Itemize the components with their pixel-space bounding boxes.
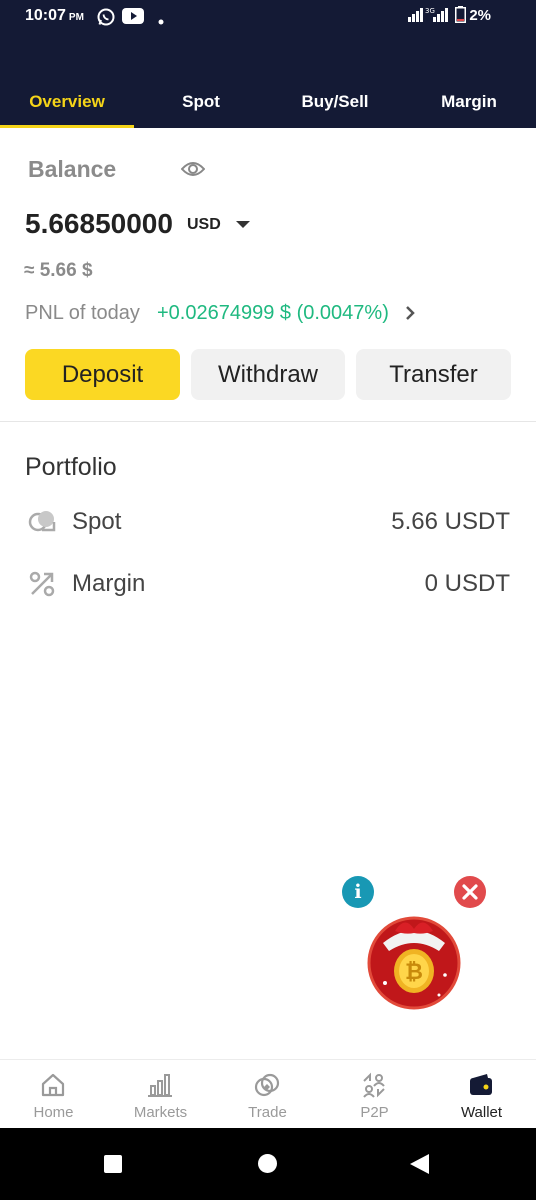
nav-label: Wallet xyxy=(460,1104,503,1121)
nav-p2p[interactable]: P2P xyxy=(321,1060,428,1129)
pnl-value[interactable]: +0.02674999 $ (0.0047%) xyxy=(157,302,389,325)
portfolio-title: Portfolio xyxy=(25,453,117,481)
nav-markets[interactable]: Markets xyxy=(107,1060,214,1129)
nav-trade[interactable]: Trade xyxy=(214,1060,321,1129)
svg-text:3G: 3G xyxy=(425,7,435,15)
portfolio-row-spot[interactable]: Spot 5.66 USDT xyxy=(0,502,536,542)
dot-icon xyxy=(158,12,164,30)
gift-box-icon[interactable]: ₿ xyxy=(365,913,463,1011)
nav-wallet[interactable]: Wallet xyxy=(428,1060,535,1129)
portfolio-label: Margin xyxy=(72,570,146,597)
margin-icon xyxy=(28,570,56,603)
tab-margin[interactable]: Margin xyxy=(402,76,536,128)
portfolio-value: 0 USDT xyxy=(424,570,510,597)
transfer-button[interactable]: Transfer xyxy=(356,349,511,400)
portfolio-label: Spot xyxy=(72,508,122,535)
bottom-navigation: Home Markets Trade P2P Wallet xyxy=(0,1059,536,1128)
spot-icon xyxy=(28,508,56,541)
portfolio-row-margin[interactable]: Margin 0 USDT xyxy=(0,564,536,604)
tab-spot[interactable]: Spot xyxy=(134,76,268,128)
currency-selector[interactable]: USD xyxy=(187,216,221,234)
signal-3g-icon: 3G xyxy=(425,6,449,27)
wallet-icon xyxy=(470,1074,492,1095)
eye-icon[interactable] xyxy=(180,159,206,184)
whatsapp-icon xyxy=(96,7,116,32)
withdraw-button[interactable]: Withdraw xyxy=(191,349,345,400)
balance-label: Balance xyxy=(28,156,117,182)
nav-label: Markets xyxy=(133,1104,188,1121)
tab-buy-sell[interactable]: Buy/Sell xyxy=(268,76,402,128)
info-icon[interactable]: i xyxy=(342,876,374,908)
nav-label: Home xyxy=(33,1104,74,1121)
chevron-down-icon[interactable] xyxy=(236,221,250,228)
chevron-right-icon[interactable] xyxy=(405,304,415,327)
youtube-icon xyxy=(122,7,144,30)
battery-percent: 2% xyxy=(469,7,491,24)
battery-icon xyxy=(455,6,466,28)
recent-apps-icon[interactable] xyxy=(104,1155,122,1173)
home-icon xyxy=(41,1073,65,1097)
back-icon[interactable] xyxy=(410,1154,429,1174)
nav-home[interactable]: Home xyxy=(0,1060,107,1129)
close-icon[interactable] xyxy=(454,876,486,908)
nav-label: P2P xyxy=(360,1104,389,1121)
section-divider xyxy=(0,421,536,422)
wallet-tabs: Overview Spot Buy/Sell Margin xyxy=(0,76,536,128)
balance-amount: 5.66850000 xyxy=(25,208,173,239)
home-button-icon[interactable] xyxy=(258,1154,277,1173)
markets-icon xyxy=(148,1074,172,1097)
nav-label: Trade xyxy=(248,1104,287,1121)
p2p-icon xyxy=(363,1072,385,1098)
active-tab-indicator xyxy=(0,125,134,128)
pnl-label: PNL of today xyxy=(25,302,140,324)
app-header: 10:07 PM 3G 2% Overview Spot Buy/Sell Mar… xyxy=(0,0,536,128)
portfolio-value: 5.66 USDT xyxy=(391,508,510,535)
deposit-button[interactable]: Deposit xyxy=(25,349,180,400)
status-time: 10:07 PM xyxy=(25,7,84,24)
status-bar: 10:07 PM 3G 2% xyxy=(0,0,536,34)
svg-text:₿: ₿ xyxy=(405,960,423,985)
trade-icon xyxy=(254,1073,280,1097)
system-navigation-bar xyxy=(0,1128,536,1200)
signal-icon xyxy=(408,8,424,27)
tab-overview[interactable]: Overview xyxy=(0,76,134,128)
balance-approx: ≈ 5.66 $ xyxy=(24,260,93,281)
